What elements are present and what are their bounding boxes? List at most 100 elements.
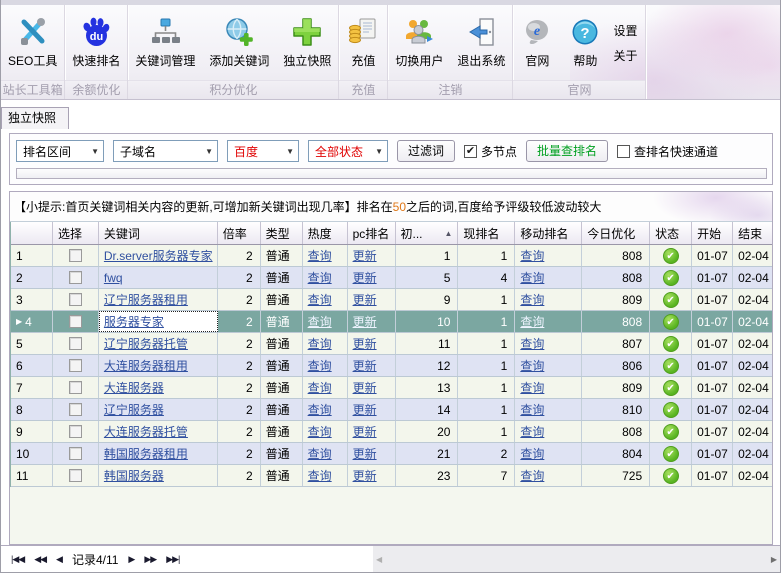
- header-current-rank[interactable]: 现排名: [458, 222, 515, 244]
- fast-channel-checkbox[interactable]: [617, 145, 630, 158]
- settings-link[interactable]: 设置: [613, 22, 637, 39]
- table-row[interactable]: 5辽宁服务器托管2普通查询更新111查询807✔01-0702-04: [11, 333, 773, 355]
- keyword-link[interactable]: 大连服务器租用: [104, 357, 188, 374]
- tab-snapshot[interactable]: 独立快照: [1, 107, 69, 129]
- row-checkbox[interactable]: [69, 359, 82, 372]
- help-button[interactable]: ? 帮助: [561, 5, 609, 80]
- heat-query-link[interactable]: 查询: [308, 445, 332, 462]
- header-rate[interactable]: 倍率: [218, 222, 261, 244]
- nav-first-icon[interactable]: |◀◀: [11, 554, 24, 565]
- mobile-query-link[interactable]: 查询: [520, 269, 544, 286]
- keyword-link[interactable]: 韩国服务器: [104, 467, 164, 484]
- table-row[interactable]: 11韩国服务器2普通查询更新237查询725✔01-0702-04: [11, 465, 773, 487]
- table-row[interactable]: 3辽宁服务器租用2普通查询更新91查询809✔01-0702-04: [11, 289, 773, 311]
- heat-query-link[interactable]: 查询: [308, 423, 332, 440]
- mobile-query-link[interactable]: 查询: [520, 379, 544, 396]
- heat-query-link[interactable]: 查询: [308, 269, 332, 286]
- header-end[interactable]: 结束: [733, 222, 773, 244]
- keyword-link[interactable]: Dr.server服务器专家: [104, 247, 213, 264]
- exit-system-button[interactable]: 退出系统: [450, 5, 512, 80]
- table-row[interactable]: 7大连服务器2普通查询更新131查询809✔01-0702-04: [11, 377, 773, 399]
- table-row[interactable]: 2fwq2普通查询更新54查询808✔01-0702-04: [11, 267, 773, 289]
- quick-rank-button[interactable]: du 快速排名: [65, 5, 127, 80]
- table-row[interactable]: 6大连服务器租用2普通查询更新121查询806✔01-0702-04: [11, 355, 773, 377]
- filter-dropdown-engine[interactable]: 百度 ▼: [227, 140, 299, 162]
- mobile-query-link[interactable]: 查询: [520, 467, 544, 484]
- pc-update-link[interactable]: 更新: [353, 269, 377, 286]
- heat-query-link[interactable]: 查询: [308, 401, 332, 418]
- row-checkbox[interactable]: [69, 293, 82, 306]
- website-button[interactable]: e 官网: [513, 5, 561, 80]
- header-today-optimize[interactable]: 今日优化: [582, 222, 650, 244]
- row-checkbox[interactable]: [69, 447, 82, 460]
- nav-fast-next-icon[interactable]: ▶▶: [144, 554, 156, 565]
- row-checkbox[interactable]: [69, 249, 82, 262]
- row-checkbox[interactable]: [69, 315, 82, 328]
- batch-rank-button[interactable]: 批量查排名: [526, 140, 608, 162]
- header-select[interactable]: 选择: [53, 222, 99, 244]
- keyword-link[interactable]: 服务器专家: [104, 313, 164, 330]
- table-row[interactable]: ▶4服务器专家2普通查询更新101查询808✔01-0702-04: [11, 311, 773, 333]
- heat-query-link[interactable]: 查询: [308, 247, 332, 264]
- header-status[interactable]: 状态: [650, 222, 692, 244]
- add-keyword-button[interactable]: 添加关键词: [202, 5, 276, 80]
- keyword-link[interactable]: 大连服务器: [104, 379, 164, 396]
- nav-next-icon[interactable]: ▶: [128, 554, 134, 565]
- keyword-link[interactable]: 辽宁服务器托管: [104, 335, 188, 352]
- keyword-link[interactable]: 大连服务器托管: [104, 423, 188, 440]
- pc-update-link[interactable]: 更新: [353, 313, 377, 330]
- scroll-left-icon[interactable]: ◀: [376, 555, 382, 564]
- recharge-button[interactable]: 充值: [339, 5, 387, 80]
- filter-dropdown-rank-range[interactable]: 排名区间 ▼: [16, 140, 104, 162]
- keyword-link[interactable]: fwq: [104, 271, 123, 285]
- mobile-query-link[interactable]: 查询: [520, 291, 544, 308]
- pc-update-link[interactable]: 更新: [353, 423, 377, 440]
- nav-last-icon[interactable]: ▶▶|: [166, 554, 179, 565]
- snapshot-button[interactable]: 独立快照: [276, 5, 338, 80]
- table-row[interactable]: 1Dr.server服务器专家2普通查询更新11查询808✔01-0702-04: [11, 245, 773, 267]
- mobile-query-link[interactable]: 查询: [520, 247, 544, 264]
- mobile-query-link[interactable]: 查询: [520, 335, 544, 352]
- scroll-right-icon[interactable]: ▶: [771, 555, 777, 564]
- heat-query-link[interactable]: 查询: [308, 335, 332, 352]
- mobile-query-link[interactable]: 查询: [520, 445, 544, 462]
- pc-update-link[interactable]: 更新: [353, 445, 377, 462]
- pc-update-link[interactable]: 更新: [353, 357, 377, 374]
- mobile-query-link[interactable]: 查询: [520, 401, 544, 418]
- mobile-query-link[interactable]: 查询: [520, 313, 544, 330]
- header-mobile-rank[interactable]: 移动排名: [515, 222, 582, 244]
- keyword-link[interactable]: 辽宁服务器: [104, 401, 164, 418]
- pc-update-link[interactable]: 更新: [353, 335, 377, 352]
- header-pc-rank[interactable]: pc排名: [348, 222, 396, 244]
- header-type[interactable]: 类型: [261, 222, 303, 244]
- fast-channel-option[interactable]: 查排名快速通道: [617, 143, 718, 160]
- mobile-query-link[interactable]: 查询: [520, 423, 544, 440]
- table-row[interactable]: 8辽宁服务器2普通查询更新141查询810✔01-0702-04: [11, 399, 773, 421]
- table-row[interactable]: 9大连服务器托管2普通查询更新201查询808✔01-0702-04: [11, 421, 773, 443]
- heat-query-link[interactable]: 查询: [308, 467, 332, 484]
- nav-fast-prev-icon[interactable]: ◀◀: [34, 554, 46, 565]
- filter-word-button[interactable]: 过滤词: [397, 140, 455, 162]
- header-rownum[interactable]: [11, 222, 53, 244]
- header-initial-rank[interactable]: 初... ▲: [396, 222, 459, 244]
- mobile-query-link[interactable]: 查询: [520, 357, 544, 374]
- heat-query-link[interactable]: 查询: [308, 291, 332, 308]
- header-heat[interactable]: 热度: [303, 222, 348, 244]
- table-row[interactable]: 10韩国服务器租用2普通查询更新212查询804✔01-0702-04: [11, 443, 773, 465]
- horizontal-scrollbar[interactable]: ◀ ▶: [373, 546, 780, 572]
- heat-query-link[interactable]: 查询: [308, 313, 332, 330]
- row-checkbox[interactable]: [69, 381, 82, 394]
- row-checkbox[interactable]: [69, 337, 82, 350]
- pc-update-link[interactable]: 更新: [353, 379, 377, 396]
- nav-prev-icon[interactable]: ◀: [56, 554, 62, 565]
- multi-node-checkbox[interactable]: [464, 145, 477, 158]
- row-checkbox[interactable]: [69, 271, 82, 284]
- multi-node-option[interactable]: 多节点: [464, 143, 517, 160]
- keyword-link[interactable]: 辽宁服务器租用: [104, 291, 188, 308]
- pc-update-link[interactable]: 更新: [353, 291, 377, 308]
- seo-tools-button[interactable]: SEO工具: [1, 5, 64, 80]
- switch-user-button[interactable]: 切换用户: [388, 5, 450, 80]
- filter-dropdown-status[interactable]: 全部状态 ▼: [308, 140, 388, 162]
- keyword-link[interactable]: 韩国服务器租用: [104, 445, 188, 462]
- pc-update-link[interactable]: 更新: [353, 401, 377, 418]
